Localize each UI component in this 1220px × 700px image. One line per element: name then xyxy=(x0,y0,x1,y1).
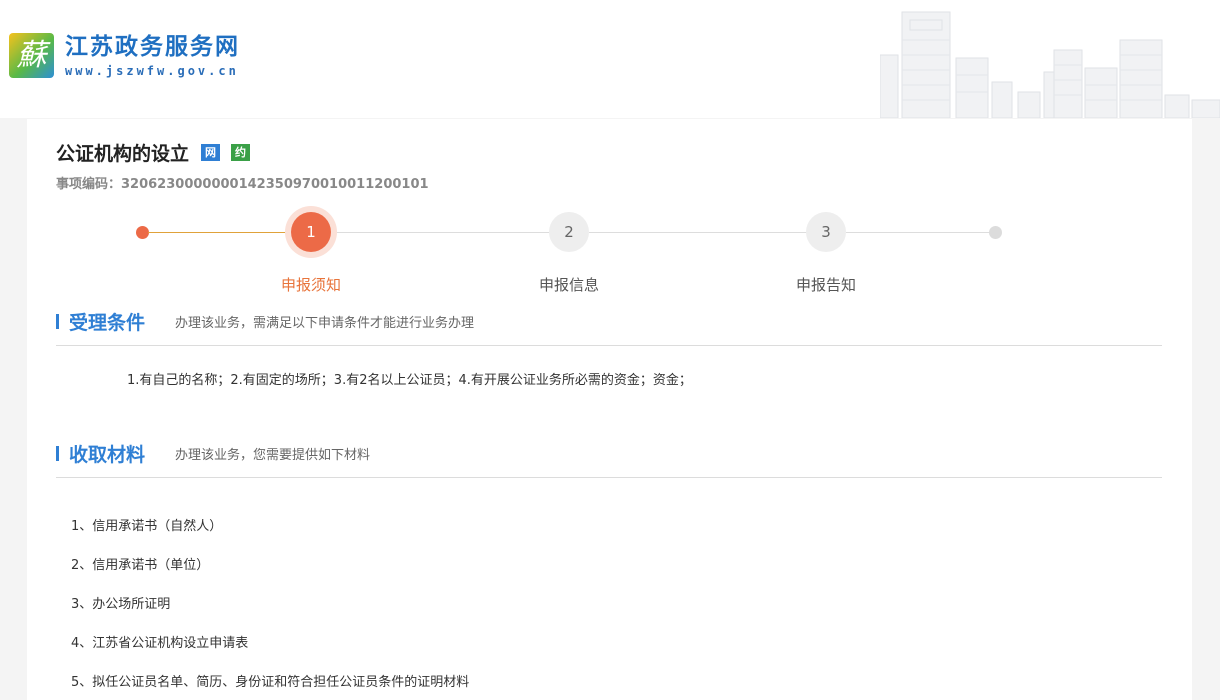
logo-emblem-icon: 蘇 xyxy=(9,33,54,78)
materials-title: 收取材料 xyxy=(69,444,146,466)
step-1-circle[interactable]: 1 xyxy=(291,212,331,252)
material-item[interactable]: 3、办公场所证明 xyxy=(71,593,469,632)
progress-stepper: 1 2 3 申报须知 申报信息 申报告知 xyxy=(27,205,1192,295)
stepper-line-done xyxy=(148,232,291,233)
conditions-description: 办理该业务，需满足以下申请条件才能进行业务办理 xyxy=(175,316,475,331)
stepper-end-dot xyxy=(989,226,1002,239)
section-marker xyxy=(56,314,59,329)
conditions-text: 1.有自己的名称；2.有固定的场所；3.有2名以上公证员；4.有开展公证业务所必… xyxy=(127,373,692,388)
materials-description: 办理该业务，您需要提供如下材料 xyxy=(175,448,371,463)
appointment-tag: 约 xyxy=(231,144,251,161)
conditions-section-header: 受理条件 办理该业务，需满足以下申请条件才能进行业务办理 xyxy=(56,308,474,335)
online-tag: 网 xyxy=(201,144,221,161)
material-item[interactable]: 4、江苏省公证机构设立申请表 xyxy=(71,632,469,671)
section-divider xyxy=(56,477,1162,478)
site-url: www.jszwfw.gov.cn xyxy=(65,63,239,78)
stepper-line xyxy=(331,232,549,233)
material-item[interactable]: 1、信用承诺书（自然人） xyxy=(71,515,469,554)
stepper-line xyxy=(589,232,807,233)
step-3-label[interactable]: 申报告知 xyxy=(766,274,886,295)
material-item[interactable]: 5、拟任公证员名单、简历、身份证和符合担任公证员条件的证明材料 xyxy=(71,671,469,700)
main-content-card: 公证机构的设立 网 约 事项编码：32062300000001423509700… xyxy=(27,119,1192,700)
city-skyline-illustration xyxy=(880,11,1220,118)
logo-glyph: 蘇 xyxy=(16,37,47,73)
site-logo[interactable]: 蘇 江苏政务服务网 www.jszwfw.gov.cn xyxy=(9,33,240,78)
materials-section-header: 收取材料 办理该业务，您需要提供如下材料 xyxy=(56,440,370,467)
conditions-title: 受理条件 xyxy=(69,312,146,334)
stepper-line xyxy=(846,232,989,233)
materials-list: 1、信用承诺书（自然人） 2、信用承诺书（单位） 3、办公场所证明 4、江苏省公… xyxy=(71,515,469,700)
item-title-row: 公证机构的设立 网 约 xyxy=(56,139,251,166)
site-header: 蘇 江苏政务服务网 www.jszwfw.gov.cn xyxy=(0,0,1220,118)
page-title: 公证机构的设立 xyxy=(56,143,190,165)
item-code: 事项编码：320623000000014235097001001120010​1 xyxy=(56,177,429,192)
section-divider xyxy=(56,345,1162,346)
step-3-circle[interactable]: 3 xyxy=(806,212,846,252)
site-title: 江苏政务服务网 xyxy=(65,33,240,60)
step-2-circle[interactable]: 2 xyxy=(549,212,589,252)
material-item[interactable]: 2、信用承诺书（单位） xyxy=(71,554,469,593)
logo-text: 江苏政务服务网 www.jszwfw.gov.cn xyxy=(65,34,240,78)
step-2-label[interactable]: 申报信息 xyxy=(509,274,629,295)
section-marker xyxy=(56,446,59,461)
step-1-label[interactable]: 申报须知 xyxy=(251,274,371,295)
